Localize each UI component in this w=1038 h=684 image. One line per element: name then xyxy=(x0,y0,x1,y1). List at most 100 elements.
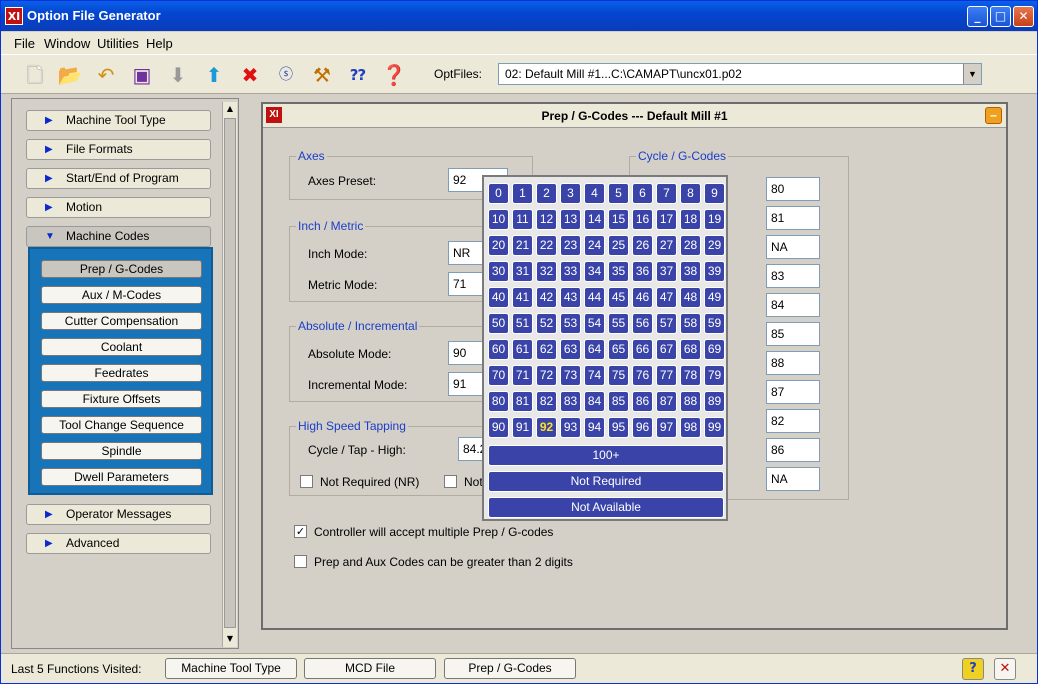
picker-number-21[interactable]: 21 xyxy=(512,235,533,256)
picker-number-58[interactable]: 58 xyxy=(680,313,701,334)
picker-number-38[interactable]: 38 xyxy=(680,261,701,282)
context-help-icon[interactable]: ⁇ xyxy=(344,61,372,89)
scroll-down-icon[interactable]: ▼ xyxy=(223,632,237,646)
sub-aux-m-codes[interactable]: Aux / M-Codes xyxy=(41,286,202,304)
maximize-button[interactable]: □ xyxy=(990,6,1011,27)
picker-number-5[interactable]: 5 xyxy=(608,183,629,204)
nav-scrollbar[interactable]: ▲ ▼ xyxy=(222,102,237,647)
picker-number-83[interactable]: 83 xyxy=(560,391,581,412)
picker-number-71[interactable]: 71 xyxy=(512,365,533,386)
picker-number-15[interactable]: 15 xyxy=(608,209,629,230)
picker-number-30[interactable]: 30 xyxy=(488,261,509,282)
picker-number-46[interactable]: 46 xyxy=(632,287,653,308)
recent-prep-g-codes-button[interactable]: Prep / G-Codes xyxy=(444,658,576,679)
picker-number-72[interactable]: 72 xyxy=(536,365,557,386)
picker-number-12[interactable]: 12 xyxy=(536,209,557,230)
picker-number-98[interactable]: 98 xyxy=(680,417,701,438)
menu-help[interactable]: Help xyxy=(146,36,173,51)
picker-number-35[interactable]: 35 xyxy=(608,261,629,282)
not-required-checkbox[interactable] xyxy=(300,475,313,488)
picker-number-44[interactable]: 44 xyxy=(584,287,605,308)
picker-number-45[interactable]: 45 xyxy=(608,287,629,308)
picker-number-10[interactable]: 10 xyxy=(488,209,509,230)
sub-feedrates[interactable]: Feedrates xyxy=(41,364,202,382)
picker-number-22[interactable]: 22 xyxy=(536,235,557,256)
picker-number-4[interactable]: 4 xyxy=(584,183,605,204)
picker-number-70[interactable]: 70 xyxy=(488,365,509,386)
delete-icon[interactable]: ✖ xyxy=(236,61,264,89)
scroll-thumb[interactable] xyxy=(224,118,236,628)
picker-number-65[interactable]: 65 xyxy=(608,339,629,360)
cycle-field-9[interactable]: 82 xyxy=(766,409,820,433)
picker-number-68[interactable]: 68 xyxy=(680,339,701,360)
sub-cutter-compensation[interactable]: Cutter Compensation xyxy=(41,312,202,330)
minimize-button[interactable]: _ xyxy=(967,6,988,27)
sub-spindle[interactable]: Spindle xyxy=(41,442,202,460)
picker-number-24[interactable]: 24 xyxy=(584,235,605,256)
sub-prep-g-codes[interactable]: Prep / G-Codes xyxy=(41,260,202,278)
picker-number-66[interactable]: 66 xyxy=(632,339,653,360)
picker-not-required-button[interactable]: Not Required xyxy=(488,471,724,492)
tools-icon[interactable]: ⚒ xyxy=(308,61,336,89)
new-file-icon[interactable]: 🗋 xyxy=(21,61,49,89)
menu-utilities[interactable]: Utilities xyxy=(97,36,139,51)
multiple-prep-codes-checkbox[interactable]: ✓ xyxy=(294,525,307,538)
picker-number-79[interactable]: 79 xyxy=(704,365,725,386)
cycle-field-11[interactable]: NA xyxy=(766,467,820,491)
cycle-field-1[interactable]: 80 xyxy=(766,177,820,201)
picker-number-1[interactable]: 1 xyxy=(512,183,533,204)
picker-number-43[interactable]: 43 xyxy=(560,287,581,308)
picker-number-49[interactable]: 49 xyxy=(704,287,725,308)
picker-number-25[interactable]: 25 xyxy=(608,235,629,256)
sub-tool-change-sequence[interactable]: Tool Change Sequence xyxy=(41,416,202,434)
greater-than-2-digits-checkbox[interactable] xyxy=(294,555,307,568)
picker-number-75[interactable]: 75 xyxy=(608,365,629,386)
picker-number-9[interactable]: 9 xyxy=(704,183,725,204)
picker-number-6[interactable]: 6 xyxy=(632,183,653,204)
picker-number-95[interactable]: 95 xyxy=(608,417,629,438)
picker-number-60[interactable]: 60 xyxy=(488,339,509,360)
picker-number-56[interactable]: 56 xyxy=(632,313,653,334)
picker-number-37[interactable]: 37 xyxy=(656,261,677,282)
picker-number-89[interactable]: 89 xyxy=(704,391,725,412)
picker-number-78[interactable]: 78 xyxy=(680,365,701,386)
cycle-field-8[interactable]: 87 xyxy=(766,380,820,404)
picker-number-19[interactable]: 19 xyxy=(704,209,725,230)
close-button[interactable]: ✕ xyxy=(1013,6,1034,27)
nav-start-end[interactable]: ▶ Start/End of Program xyxy=(26,168,211,189)
picker-number-80[interactable]: 80 xyxy=(488,391,509,412)
nav-machine-tool-type[interactable]: ▶ Machine Tool Type xyxy=(26,110,211,131)
picker-number-27[interactable]: 27 xyxy=(656,235,677,256)
picker-number-55[interactable]: 55 xyxy=(608,313,629,334)
open-folder-icon[interactable]: 📂 xyxy=(56,61,84,89)
cycle-field-2[interactable]: 81 xyxy=(766,206,820,230)
picker-number-69[interactable]: 69 xyxy=(704,339,725,360)
menu-file[interactable]: File xyxy=(14,36,35,51)
picker-number-42[interactable]: 42 xyxy=(536,287,557,308)
picker-number-18[interactable]: 18 xyxy=(680,209,701,230)
picker-number-81[interactable]: 81 xyxy=(512,391,533,412)
picker-number-77[interactable]: 77 xyxy=(656,365,677,386)
picker-number-87[interactable]: 87 xyxy=(656,391,677,412)
cycle-field-3[interactable]: NA xyxy=(766,235,820,259)
picker-number-67[interactable]: 67 xyxy=(656,339,677,360)
recent-machine-tool-type-button[interactable]: Machine Tool Type xyxy=(165,658,297,679)
picker-number-86[interactable]: 86 xyxy=(632,391,653,412)
picker-number-41[interactable]: 41 xyxy=(512,287,533,308)
not-available-checkbox[interactable] xyxy=(444,475,457,488)
recent-mcd-file-button[interactable]: MCD File xyxy=(304,658,436,679)
picker-number-36[interactable]: 36 xyxy=(632,261,653,282)
help-icon[interactable]: ❓ xyxy=(380,61,408,89)
picker-number-0[interactable]: 0 xyxy=(488,183,509,204)
picker-number-48[interactable]: 48 xyxy=(680,287,701,308)
picker-number-11[interactable]: 11 xyxy=(512,209,533,230)
picker-number-32[interactable]: 32 xyxy=(536,261,557,282)
picker-number-73[interactable]: 73 xyxy=(560,365,581,386)
picker-number-94[interactable]: 94 xyxy=(584,417,605,438)
picker-number-53[interactable]: 53 xyxy=(560,313,581,334)
picker-number-29[interactable]: 29 xyxy=(704,235,725,256)
picker-number-92[interactable]: 92 xyxy=(536,417,557,438)
picker-number-84[interactable]: 84 xyxy=(584,391,605,412)
sub-coolant[interactable]: Coolant xyxy=(41,338,202,356)
picker-number-54[interactable]: 54 xyxy=(584,313,605,334)
